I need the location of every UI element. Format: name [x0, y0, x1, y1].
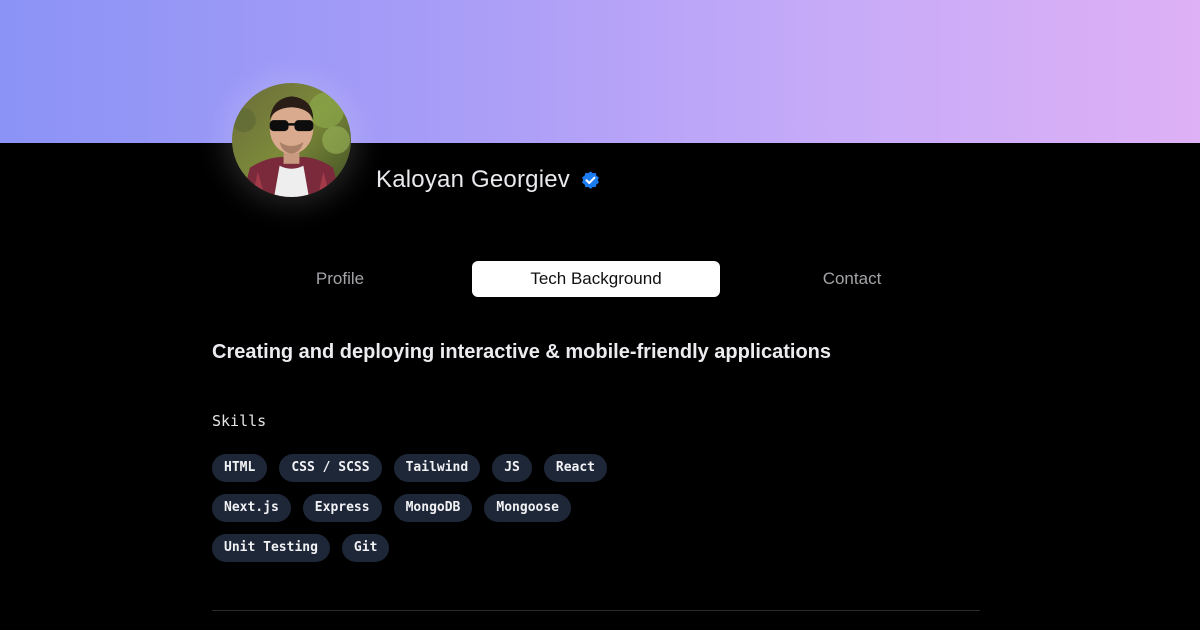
section-headline: Creating and deploying interactive & mob… [212, 341, 831, 363]
avatar [232, 83, 351, 197]
skills-label: Skills [212, 412, 267, 430]
skill-chip: JS [492, 454, 532, 482]
verified-badge-icon [582, 170, 599, 189]
skill-chip: CSS / SCSS [279, 454, 382, 482]
tab-contact[interactable]: Contact [728, 261, 976, 297]
avatar-photo [232, 83, 351, 197]
section-divider [212, 610, 980, 611]
tab-profile[interactable]: Profile [216, 261, 464, 297]
profile-name-row: Kaloyan Georgiev [376, 164, 601, 196]
tab-bar: Profile Tech Background Contact [212, 261, 980, 297]
skill-chip: Git [341, 534, 390, 562]
skill-chip: Unit Testing [212, 534, 330, 562]
skill-chip: Next.js [212, 494, 291, 522]
header-banner [0, 0, 1200, 143]
skill-chip: HTML [212, 454, 268, 482]
skill-chip: Express [302, 494, 382, 522]
skill-chip: MongoDB [393, 494, 473, 522]
profile-name: Kaloyan Georgiev [376, 166, 570, 193]
skill-chip: Tailwind [393, 454, 481, 482]
profile-page: Kaloyan Georgiev Profile Tech Background… [0, 0, 1200, 630]
skills-row: HTML CSS / SCSS Tailwind JS React [212, 454, 608, 482]
skills-row: Next.js Express MongoDB Mongoose [212, 494, 572, 522]
tab-tech-background[interactable]: Tech Background [472, 261, 720, 297]
skill-chip: Mongoose [484, 494, 572, 522]
skills-row: Unit Testing Git [212, 534, 390, 562]
skill-chip: React [543, 454, 608, 482]
